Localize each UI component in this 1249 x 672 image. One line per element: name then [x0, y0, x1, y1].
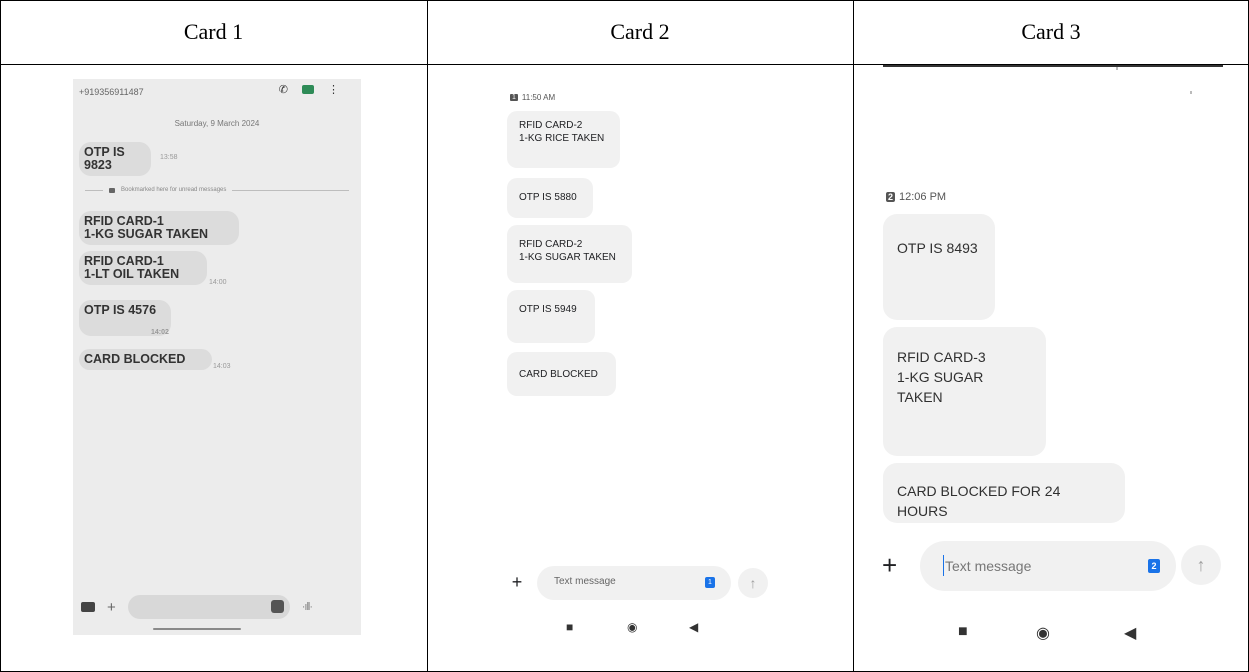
message-text: 1-KG RICE TAKEN — [519, 133, 605, 144]
header-card-3: Card 3 — [1021, 19, 1081, 44]
message-text: 1-KG SUGAR TAKEN — [84, 227, 209, 241]
message-bubble[interactable]: RFID CARD-3 1-KG SUGAR TAKEN — [883, 327, 1046, 456]
message-bubble[interactable]: OTP IS 4576 14:02 — [79, 300, 171, 336]
message-header: 2 12:06 PM — [886, 191, 946, 203]
artifact-mark — [1116, 67, 1118, 70]
video-call-icon[interactable] — [302, 85, 314, 94]
sim-badge: 2 — [886, 192, 896, 202]
text-cursor — [943, 555, 944, 576]
message-bubble[interactable]: RFID CARD-2 1-KG SUGAR TAKEN — [507, 225, 632, 283]
bookmark-icon — [109, 187, 115, 193]
message-timestamp: 12:06 PM — [899, 191, 947, 203]
message-text: OTP IS 4576 — [84, 303, 157, 317]
home-nav-icon[interactable]: ◉ — [1036, 623, 1050, 643]
attach-plus-icon[interactable]: + — [882, 550, 897, 580]
message-time: 13:58 — [160, 154, 178, 161]
compose-bar: + Text message 2 ↑ — [878, 541, 1223, 591]
message-text: 1-LT OIL TAKEN — [84, 267, 180, 281]
message-bubble[interactable]: CARD BLOCKED FOR 24 HOURS — [883, 463, 1125, 523]
message-bubble[interactable]: OTP IS 5880 — [507, 178, 593, 218]
back-nav-icon[interactable]: ◀ — [1124, 623, 1136, 643]
message-input[interactable] — [127, 595, 290, 619]
message-text: 1-KG SUGAR TAKEN — [519, 252, 616, 263]
attach-plus-icon[interactable]: + — [506, 571, 528, 593]
recents-nav-icon[interactable]: ■ — [566, 620, 573, 634]
sim-select-icon[interactable]: 1 — [705, 577, 715, 588]
unread-bookmark-divider: Bookmarked here for unread messages — [85, 187, 349, 193]
message-bubble[interactable]: RFID CARD-2 1-KG RICE TAKEN — [507, 111, 620, 168]
recents-nav-icon[interactable]: ■ — [958, 623, 968, 641]
card-1-screenshot: +919356911487 ✆ ⋮ Saturday, 9 March 2024… — [73, 79, 361, 635]
message-input[interactable]: Text message 1 — [537, 566, 731, 600]
column-divider — [853, 0, 854, 672]
message-text: 1-KG SUGAR TAKEN — [897, 369, 984, 405]
header-card-2: Card 2 — [610, 19, 670, 44]
compose-bar: + ·ıll· — [81, 594, 355, 620]
emoji-icon[interactable] — [270, 600, 284, 613]
camera-icon[interactable] — [81, 602, 95, 612]
header-actions: ✆ ⋮ — [279, 83, 339, 96]
message-timestamp: 11:50 AM — [521, 93, 556, 102]
message-bubble[interactable]: OTP IS 8493 — [883, 214, 995, 320]
header-card-1: Card 1 — [183, 19, 244, 44]
message-time: 14:03 — [213, 363, 231, 370]
sim-badge: 1 — [510, 94, 518, 101]
contact-number: +919356911487 — [79, 87, 144, 97]
message-text: RFID CARD-3 — [897, 349, 986, 365]
message-text: OTP IS 5949 — [519, 304, 577, 315]
screenshot-edge — [883, 65, 1223, 67]
message-bubble[interactable]: RFID CARD-1 1-KG SUGAR TAKEN — [79, 211, 239, 245]
message-time: 14:02 — [151, 329, 169, 336]
message-text: CARD BLOCKED — [519, 369, 598, 380]
send-icon[interactable]: ↑ — [1181, 545, 1221, 585]
message-input-placeholder: Text message — [554, 576, 616, 587]
message-text: OTP IS 8493 — [897, 240, 978, 256]
conversation-date: Saturday, 9 March 2024 — [174, 119, 260, 128]
call-icon[interactable]: ✆ — [279, 83, 288, 96]
voice-record-icon[interactable]: ·ıll· — [302, 601, 313, 613]
column-divider — [427, 0, 428, 672]
message-text: CARD BLOCKED — [84, 352, 186, 366]
compose-bar: + Text message 1 ↑ — [506, 566, 770, 602]
more-options-icon[interactable]: ⋮ — [328, 83, 339, 96]
back-nav-icon[interactable]: ◀ — [689, 620, 698, 634]
message-text: RFID CARD-2 — [519, 120, 583, 131]
message-text: OTP IS 5880 — [519, 192, 577, 203]
message-bubble[interactable]: OTP IS 9823 — [79, 142, 151, 176]
message-text: RFID CARD-2 — [519, 239, 583, 250]
bookmark-label: Bookmarked here for unread messages — [121, 187, 227, 193]
message-bubble[interactable]: OTP IS 5949 — [507, 290, 595, 343]
message-text: OTP IS 9823 — [84, 145, 125, 172]
home-nav-icon[interactable]: ◉ — [627, 620, 637, 634]
message-input-placeholder: Text message — [945, 558, 1032, 574]
gesture-handle — [153, 628, 241, 630]
message-text: CARD BLOCKED FOR 24 HOURS — [897, 483, 1061, 519]
artifact-mark — [1190, 91, 1192, 94]
message-time: 14:00 — [209, 279, 227, 286]
message-bubble[interactable]: RFID CARD-1 1-LT OIL TAKEN — [79, 251, 207, 285]
attach-plus-icon[interactable]: + — [107, 599, 116, 616]
message-input[interactable]: Text message 2 — [920, 541, 1176, 591]
message-header: 1 11:50 AM — [510, 93, 555, 102]
message-bubble[interactable]: CARD BLOCKED — [507, 352, 616, 396]
message-bubble[interactable]: CARD BLOCKED — [79, 349, 212, 370]
send-icon[interactable]: ↑ — [738, 568, 768, 598]
sim-select-icon[interactable]: 2 — [1148, 559, 1160, 573]
